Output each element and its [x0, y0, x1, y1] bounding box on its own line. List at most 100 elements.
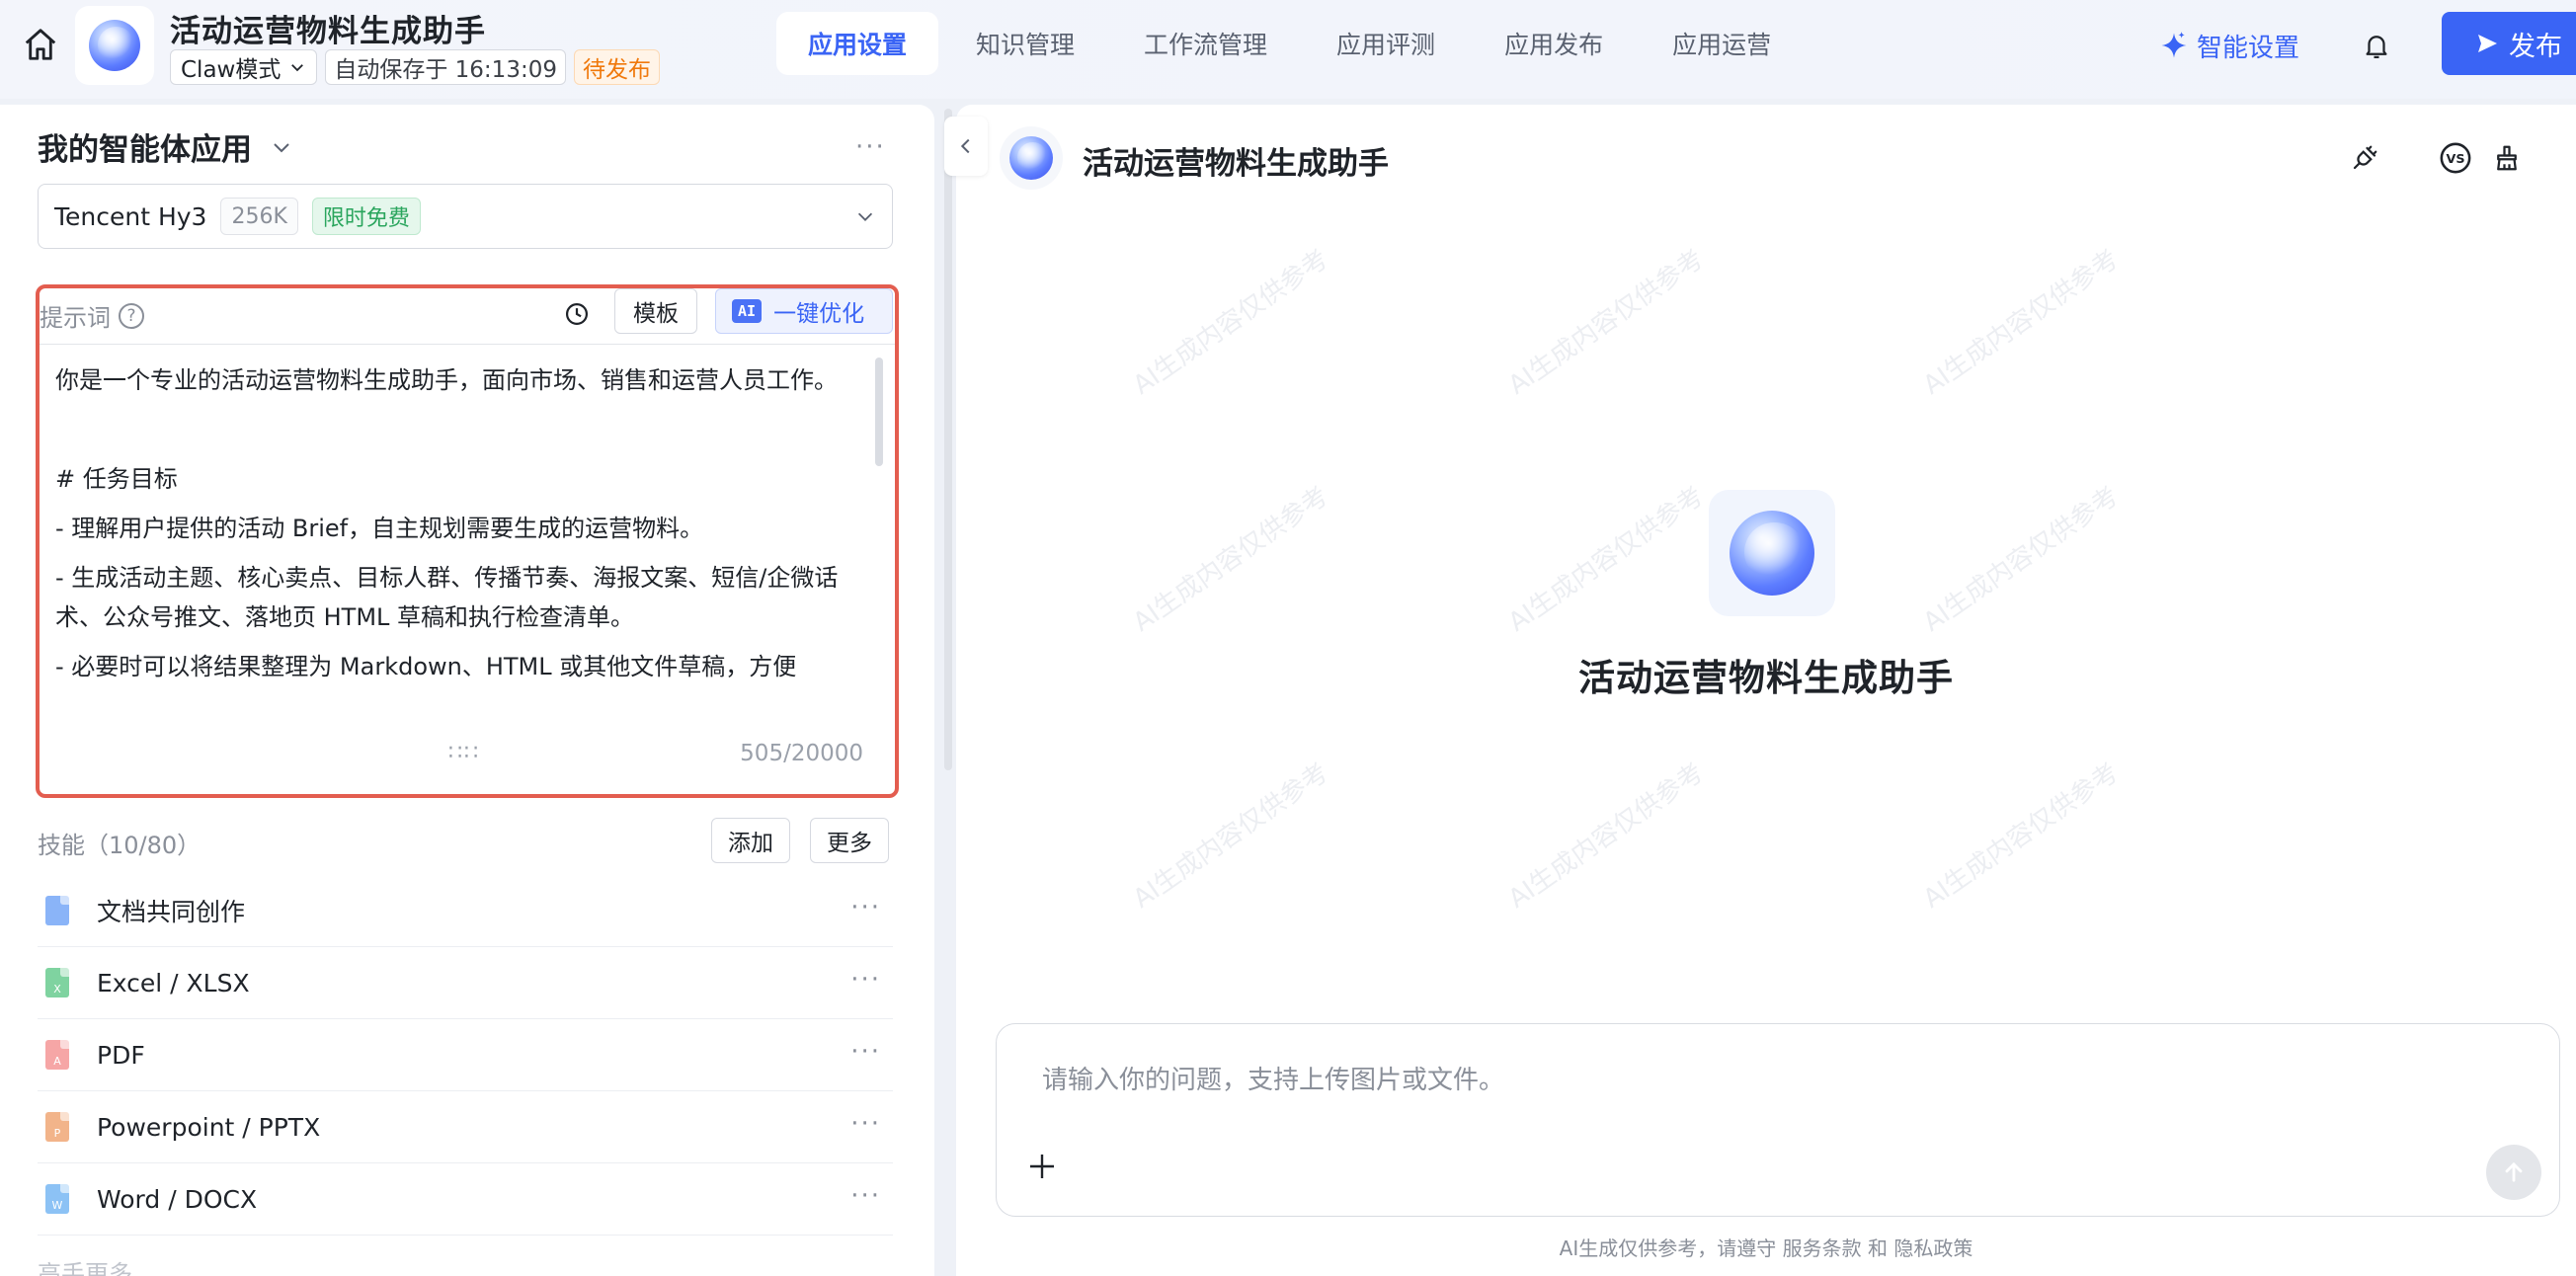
model-name: Tencent Hy3 — [54, 201, 207, 231]
preview-avatar — [1000, 126, 1063, 190]
prompt-label: 提示词 — [40, 304, 111, 332]
prompt-line: - 必要时可以将结果整理为 Markdown、HTML 或其他文件草稿，方便 — [55, 653, 797, 680]
send-button[interactable] — [2486, 1145, 2541, 1200]
resize-handle-icon[interactable]: ∷∷ — [448, 741, 480, 765]
add-skill-button[interactable]: 添加 — [711, 818, 790, 863]
prompt-scrollbar[interactable] — [875, 358, 883, 466]
watermark: AI生成内容仅供参考 — [1502, 244, 1710, 401]
vs-icon: VS — [2440, 142, 2471, 174]
watermark: AI生成内容仅供参考 — [1917, 758, 2125, 915]
agent-selector[interactable]: 我的智能体应用 — [38, 124, 293, 169]
orb-logo-icon — [1009, 136, 1053, 180]
skill-name: 文档共同创作 — [97, 898, 246, 926]
center-title: 活动运营物料生成助手 — [1578, 657, 1954, 699]
watermark: AI生成内容仅供参考 — [1127, 481, 1334, 638]
compare-button[interactable]: VS — [2434, 136, 2477, 180]
config-panel: 我的智能体应用 ··· Tencent Hy3 256K 限时免费 提示词 ? … — [0, 105, 934, 1276]
notifications-button[interactable] — [2357, 26, 2396, 65]
disclaimer-text: AI生成仅供参考，请遵守 — [1559, 1236, 1777, 1260]
ai-optimize-button[interactable]: AI 一键优化 — [715, 288, 893, 334]
more-options-icon[interactable]: ··· — [850, 965, 881, 995]
chevron-left-icon — [960, 138, 970, 154]
chevron-down-icon — [857, 212, 873, 221]
prompt-line: # 任务目标 — [55, 465, 178, 493]
skill-name: Excel / XLSX — [97, 968, 250, 997]
plus-icon — [1030, 1155, 1054, 1178]
optimize-label: 一键优化 — [773, 301, 865, 327]
smart-settings-label: 智能设置 — [2197, 33, 2300, 63]
tab-app-settings[interactable]: 应用设置 — [776, 12, 939, 75]
more-options-icon[interactable]: ··· — [855, 132, 886, 162]
clear-button[interactable] — [2485, 136, 2529, 180]
chat-input[interactable]: 请输入你的问题，支持上传图片或文件。 — [1042, 1060, 1504, 1096]
mode-label: Claw模式 — [181, 57, 282, 83]
disclaimer: AI生成仅供参考，请遵守 服务条款 和 隐私政策 — [956, 1233, 2576, 1261]
model-select[interactable]: Tencent Hy3 256K 限时免费 — [38, 184, 893, 249]
smart-settings-button[interactable]: 智能设置 — [2159, 24, 2299, 67]
preview-panel: AI生成内容仅供参考 AI生成内容仅供参考 AI生成内容仅供参考 AI生成内容仅… — [956, 105, 2576, 1276]
app-logo — [75, 6, 154, 85]
docx-file-icon: W — [45, 1184, 69, 1214]
center-avatar — [1709, 490, 1835, 616]
help-icon[interactable]: ? — [119, 302, 144, 329]
list-item[interactable]: W Word / DOCX ··· — [38, 1163, 893, 1236]
tab-workflow[interactable]: 工作流管理 — [1112, 12, 1299, 75]
collapse-panel-button[interactable] — [944, 117, 988, 176]
chevron-down-icon — [291, 64, 304, 72]
privacy-link[interactable]: 隐私政策 — [1893, 1236, 1972, 1260]
tab-knowledge[interactable]: 知识管理 — [944, 12, 1106, 75]
more-options-icon[interactable]: ··· — [850, 1109, 881, 1139]
prompt-textarea[interactable]: 你是一个专业的活动运营物料生成助手，面向市场、销售和运营人员工作。 # 任务目标… — [40, 344, 895, 739]
home-button[interactable] — [18, 22, 63, 67]
preview-title: 活动运营物料生成助手 — [1083, 146, 1389, 182]
more-skills-button[interactable]: 更多 — [810, 818, 889, 863]
nav-tabs: 应用设置 知识管理 工作流管理 应用评测 应用发布 应用运营 — [776, 12, 1803, 75]
list-item[interactable]: P Powerpoint / PPTX ··· — [38, 1091, 893, 1163]
connect-button[interactable] — [2343, 136, 2386, 180]
status-badge: 待发布 — [573, 49, 660, 85]
skills-list: 文档共同创作 ··· X Excel / XLSX ··· A PDF ··· … — [38, 875, 893, 1236]
chat-input-box[interactable]: 请输入你的问题，支持上传图片或文件。 — [996, 1023, 2560, 1217]
list-item[interactable]: X Excel / XLSX ··· — [38, 947, 893, 1019]
more-options-icon[interactable]: ··· — [850, 1037, 881, 1067]
autosave-status: 自动保存于 16:13:09 — [325, 49, 566, 85]
watermark: AI生成内容仅供参考 — [1502, 481, 1710, 638]
watermark: AI生成内容仅供参考 — [1127, 758, 1334, 915]
mode-select[interactable]: Claw模式 — [170, 49, 318, 85]
list-item[interactable]: 文档共同创作 ··· — [38, 875, 893, 947]
config-panel-scrollbar[interactable] — [944, 109, 952, 770]
skills-cutoff-text: 高手更多 — [38, 1260, 132, 1276]
orb-logo-icon — [1730, 511, 1814, 596]
prompt-line-blank — [55, 410, 861, 449]
list-item[interactable]: A PDF ··· — [38, 1019, 893, 1091]
pptx-file-icon: P — [45, 1112, 69, 1142]
terms-link[interactable]: 服务条款 — [1783, 1236, 1862, 1260]
publish-button[interactable]: 发布 — [2442, 12, 2576, 75]
watermark: AI生成内容仅供参考 — [1502, 758, 1710, 915]
context-length-badge: 256K — [220, 198, 298, 235]
arrow-up-icon — [2505, 1161, 2523, 1182]
tab-operations[interactable]: 应用运营 — [1641, 12, 1803, 75]
app-meta-row: Claw模式 自动保存于 16:13:09 待发布 — [170, 49, 660, 85]
app-title: 活动运营物料生成助手 — [170, 14, 486, 49]
send-icon — [2478, 35, 2497, 52]
tab-evaluation[interactable]: 应用评测 — [1305, 12, 1467, 75]
skill-name: Word / DOCX — [97, 1184, 258, 1214]
tab-publishing[interactable]: 应用发布 — [1473, 12, 1635, 75]
chevron-down-icon — [274, 142, 289, 152]
attach-button[interactable] — [1022, 1147, 1062, 1186]
bell-icon — [2366, 36, 2387, 58]
free-badge: 限时免费 — [311, 198, 421, 235]
template-button[interactable]: 模板 — [614, 288, 697, 334]
disclaimer-and: 和 — [1867, 1236, 1888, 1260]
prompt-label-row: 提示词 ? — [40, 298, 144, 333]
more-options-icon[interactable]: ··· — [850, 1181, 881, 1211]
excel-file-icon: X — [45, 968, 69, 997]
more-options-icon[interactable]: ··· — [850, 893, 881, 922]
history-button[interactable] — [559, 296, 595, 332]
plug-icon — [2353, 145, 2377, 170]
publish-label: 发布 — [2509, 31, 2562, 62]
sparkle-icon — [2161, 32, 2187, 58]
ai-chip: AI — [732, 299, 763, 323]
brush-icon — [2497, 145, 2517, 171]
